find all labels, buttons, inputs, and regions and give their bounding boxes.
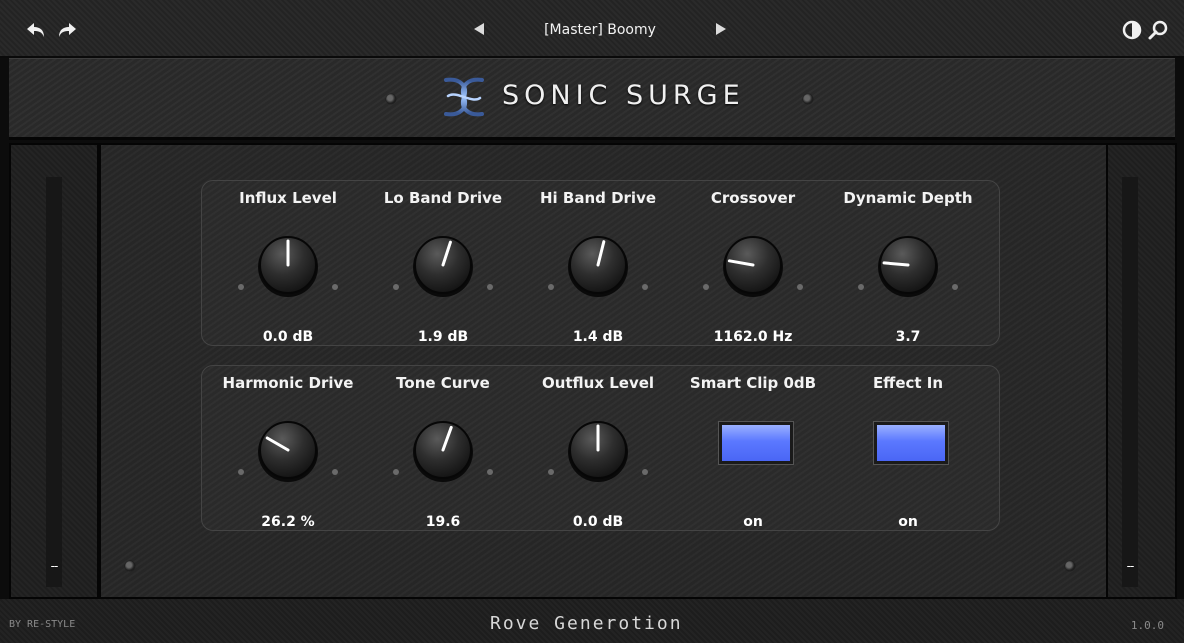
preset-name[interactable]: [Master] Boomy — [520, 22, 680, 38]
tone-curve-knob[interactable] — [383, 406, 503, 486]
control-influx-level: Influx Level 0.0 dB — [213, 189, 363, 345]
control-value: 26.2 % — [261, 514, 315, 530]
control-label: Influx Level — [239, 189, 337, 207]
screw-icon — [803, 94, 813, 104]
control-value: on — [743, 514, 763, 530]
control-value: 0.0 dB — [262, 329, 314, 345]
control-dynamic-depth: Dynamic Depth 3.7 — [833, 189, 983, 345]
hi-band-drive-knob[interactable] — [538, 221, 658, 301]
harmonic-drive-knob[interactable] — [228, 406, 348, 486]
control-tone-curve: Tone Curve 19.6 — [368, 374, 518, 530]
control-hi-band-drive: Hi Band Drive 1.4 dB — [523, 189, 673, 345]
next-preset-button[interactable] — [714, 22, 728, 36]
control-harmonic-drive: Harmonic Drive 26.2 % — [213, 374, 363, 530]
control-group-bottom: Harmonic Drive 26.2 % Tone Curve 19.6 Ou… — [201, 365, 1000, 531]
dynamic-depth-knob[interactable] — [848, 221, 968, 301]
control-value: 3.7 — [895, 329, 921, 345]
lo-band-drive-knob[interactable] — [383, 221, 503, 301]
control-value: 1.9 dB — [417, 329, 469, 345]
search-icon[interactable] — [1146, 18, 1170, 42]
control-label: Outflux Level — [541, 374, 655, 392]
meter-readout: -- — [1126, 559, 1135, 573]
screw-icon — [1065, 561, 1075, 571]
plugin-logo-text: SONIC SURGE — [502, 80, 745, 111]
control-value: 0.0 dB — [572, 514, 624, 530]
brand-text: Rove Generotion — [490, 613, 683, 634]
controls-panel: Influx Level 0.0 dB Lo Band Drive 1.9 dB… — [99, 143, 1108, 599]
control-value: 1.4 dB — [572, 329, 624, 345]
control-label: Dynamic Depth — [843, 189, 973, 207]
control-smart-clip: Smart Clip 0dB on — [678, 374, 828, 530]
influx-level-knob[interactable] — [228, 221, 348, 301]
control-effect-in: Effect In on — [833, 374, 983, 530]
control-label: Effect In — [872, 374, 944, 392]
control-value: on — [898, 514, 918, 530]
control-group-top: Influx Level 0.0 dB Lo Band Drive 1.9 dB… — [201, 180, 1000, 346]
screw-icon — [125, 561, 135, 571]
input-level-meter: -- — [46, 177, 62, 587]
footer-bar: BY RE-STYLE Rove Generotion 1.0.0 — [0, 599, 1184, 643]
control-crossover: Crossover 1162.0 Hz — [678, 189, 828, 345]
output-level-meter: -- — [1122, 177, 1138, 587]
control-label: Tone Curve — [396, 374, 490, 392]
top-toolbar: [Master] Boomy — [0, 0, 1184, 58]
swirl-logo-icon — [444, 77, 484, 117]
undo-arrow-icon[interactable] — [24, 18, 48, 42]
meter-readout: -- — [50, 559, 59, 573]
control-value: 1162.0 Hz — [713, 329, 793, 345]
left-meter-panel: -- — [9, 143, 99, 599]
credit-text: BY RE-STYLE — [9, 619, 76, 630]
effect-in-toggle[interactable] — [874, 422, 948, 464]
crossover-knob[interactable] — [693, 221, 813, 301]
control-value: 19.6 — [425, 514, 461, 530]
redo-arrow-icon[interactable] — [55, 18, 79, 42]
control-outflux-level: Outflux Level 0.0 dB — [523, 374, 673, 530]
control-label: Smart Clip 0dB — [689, 374, 817, 392]
control-label: Hi Band Drive — [539, 189, 657, 207]
screw-icon — [386, 94, 396, 104]
control-label: Crossover — [710, 189, 796, 207]
version-text: 1.0.0 — [1130, 619, 1164, 632]
previous-preset-button[interactable] — [472, 22, 486, 36]
control-lo-band-drive: Lo Band Drive 1.9 dB — [368, 189, 518, 345]
outflux-level-knob[interactable] — [538, 406, 658, 486]
control-label: Harmonic Drive — [222, 374, 354, 392]
contrast-icon[interactable] — [1120, 18, 1144, 42]
control-label: Lo Band Drive — [383, 189, 503, 207]
smart-clip-toggle[interactable] — [719, 422, 793, 464]
